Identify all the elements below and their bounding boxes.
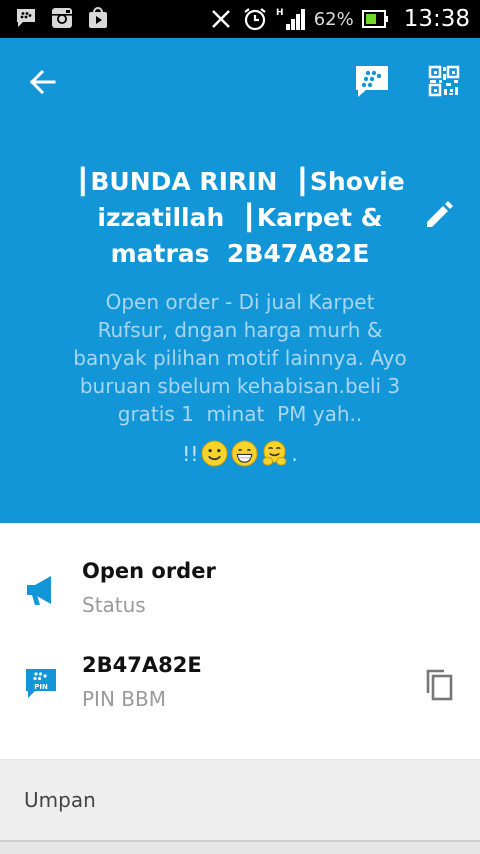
grinning-emoji xyxy=(231,440,258,467)
edit-pencil-icon[interactable] xyxy=(422,198,456,232)
status-bar: H 62% 13:38 xyxy=(0,0,480,38)
back-arrow-icon[interactable] xyxy=(24,64,60,100)
battery-icon xyxy=(361,10,388,28)
feed-label: Umpan xyxy=(24,788,96,812)
mute-icon xyxy=(211,10,230,28)
pin-icon-text: PIN xyxy=(34,683,48,691)
copy-icon[interactable] xyxy=(424,667,456,701)
svg-text:H: H xyxy=(276,8,284,18)
status-value: Open order xyxy=(82,559,216,583)
pin-row: PIN 2B47A82E PIN BBM xyxy=(0,639,480,729)
megaphone-icon xyxy=(27,576,51,605)
pin-value: 2B47A82E xyxy=(82,653,202,677)
status-row: Open order Status xyxy=(0,543,480,633)
details-card: Open order Status PIN 2B47A82E PIN BBM xyxy=(0,523,480,759)
profile-name: ┃BUNDA RIRIN ┃Shovie izzatillah ┃Karpet … xyxy=(75,167,405,268)
profile-header: ┃BUNDA RIRIN ┃Shovie izzatillah ┃Karpet … xyxy=(0,38,480,523)
status-message: Open order - Di jual Karpet Rufsur, dnga… xyxy=(73,290,407,426)
hugging-emoji xyxy=(262,440,287,466)
bbm-pin-icon: PIN xyxy=(26,669,56,698)
pin-label: PIN BBM xyxy=(82,687,166,711)
bbm-notification-icon xyxy=(17,9,35,27)
alarm-icon xyxy=(244,8,266,31)
qr-code-icon[interactable] xyxy=(428,65,460,97)
bbm-chat-icon[interactable] xyxy=(354,64,390,98)
shopping-bag-icon xyxy=(89,7,107,28)
instagram-icon xyxy=(52,8,72,28)
signal-icon: H xyxy=(276,8,305,30)
status-suffix-prefix: !! xyxy=(182,441,199,466)
notification-icons xyxy=(14,6,110,30)
status-label: Status xyxy=(82,593,146,617)
system-icons: H 62% 13:38 xyxy=(208,0,470,38)
smiley-emoji xyxy=(201,440,228,467)
battery-percent: 62% xyxy=(313,8,354,30)
feed-section[interactable]: Umpan xyxy=(0,760,480,842)
clock: 13:38 xyxy=(403,6,470,32)
status-emoji-line: !! . xyxy=(0,440,480,467)
status-suffix-end: . xyxy=(291,441,298,466)
